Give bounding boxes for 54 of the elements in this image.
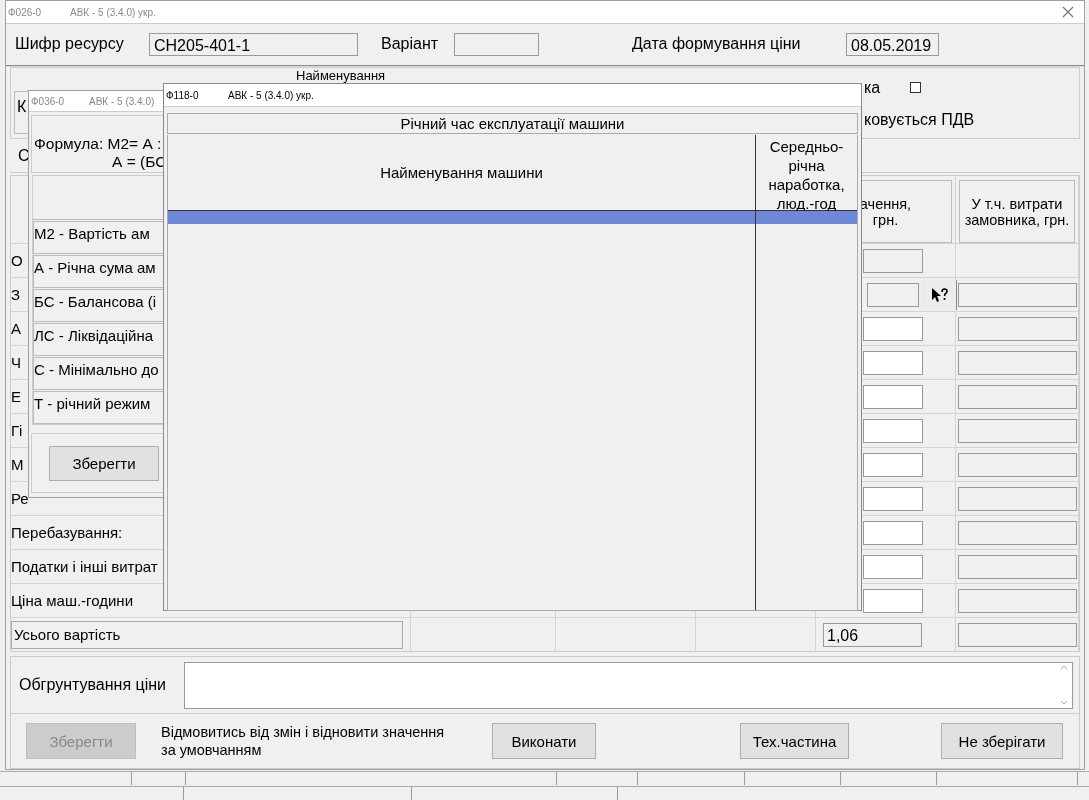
value-field xyxy=(867,282,919,307)
row-label: З xyxy=(11,286,21,304)
row-label: А xyxy=(11,320,21,338)
formula-text: Формула: М2= А : xyxy=(33,135,163,152)
row-label: Ре xyxy=(11,490,29,508)
column-header: Найменування машини xyxy=(168,135,756,210)
date-label: Дата формування ціни xyxy=(632,35,802,54)
value-field[interactable] xyxy=(863,520,923,545)
total-label: Усього вартість xyxy=(11,620,403,649)
row-label: Гі xyxy=(11,422,23,440)
value-field[interactable] xyxy=(863,316,923,341)
date-field[interactable]: 08.05.2019 xyxy=(846,32,939,56)
action-button[interactable]: Виконати xyxy=(492,723,596,760)
vat-label: ковується ПДВ xyxy=(864,110,976,129)
close-icon[interactable] xyxy=(1062,6,1074,18)
save-button[interactable]: Зберегти xyxy=(49,445,159,481)
checkbox-label: ка xyxy=(864,78,881,97)
help-cursor-icon xyxy=(929,286,948,303)
row-label: Е xyxy=(11,388,21,406)
variant-field[interactable] xyxy=(454,32,539,56)
window-title: АВК - 5 (3.4.0) укр. xyxy=(228,89,314,101)
name-label: Найменування xyxy=(296,68,387,83)
row-label: Перебазування: xyxy=(11,524,123,542)
action-button[interactable]: Тех.частина xyxy=(740,723,849,760)
justification-field[interactable] xyxy=(184,661,1073,709)
value-field[interactable] xyxy=(863,452,923,477)
column-header: У т.ч. витрати замовника, грн. xyxy=(959,180,1075,244)
value-field[interactable] xyxy=(863,418,923,443)
row-label: Ч xyxy=(11,354,21,372)
window-code: Ф026-0 xyxy=(8,6,43,18)
resource-code-label: Шифр ресурсу xyxy=(15,35,125,54)
help-button[interactable] xyxy=(921,279,957,310)
justification-label: Обгрунтування ціни xyxy=(18,676,167,695)
row-label: Ціна маш.-години xyxy=(11,592,134,610)
group-label: К xyxy=(17,97,27,115)
variant-label: Варіант xyxy=(381,35,440,54)
value-field[interactable] xyxy=(863,350,923,375)
row-label: М xyxy=(11,456,24,474)
value-field[interactable] xyxy=(863,588,923,613)
window-title: АВК - 5 (3.4.0) укр. xyxy=(70,6,156,18)
reset-text: Відмовитись від змін і відновити значення за умовчанням xyxy=(161,723,446,760)
checkbox[interactable] xyxy=(910,82,922,94)
resource-code-field[interactable]: СН205-401-1 xyxy=(149,32,358,56)
window-title: АВК - 5 (3.4.0) xyxy=(89,95,155,107)
row-label: Податки і інші витрат xyxy=(11,558,158,576)
value-field[interactable] xyxy=(863,486,923,511)
table-heading: Річний час експлуатації машини xyxy=(167,113,858,134)
window-code: Ф118-0 xyxy=(166,89,200,101)
row-label: О xyxy=(11,252,23,270)
value-field[interactable] xyxy=(863,384,923,409)
window-code: Ф036-0 xyxy=(31,95,66,107)
action-button[interactable]: Не зберігати xyxy=(941,723,1063,760)
total-value-field: 1,06 xyxy=(823,622,922,647)
value-field[interactable] xyxy=(863,554,923,579)
